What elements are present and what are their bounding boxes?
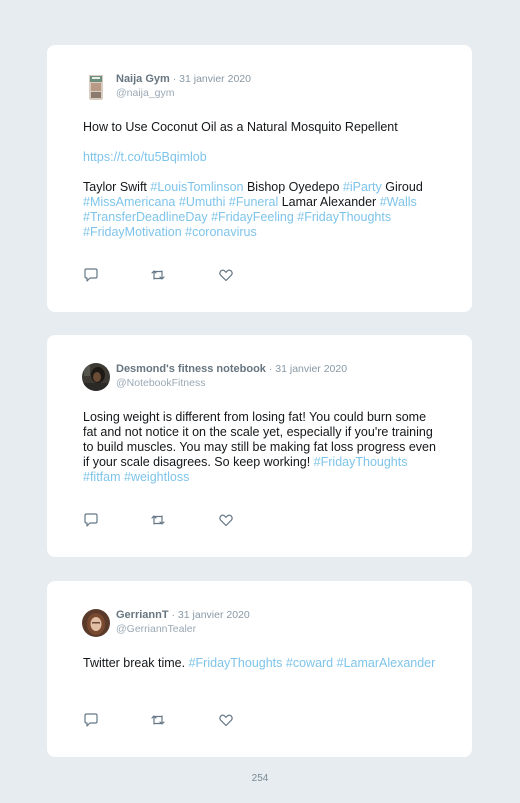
retweet-icon[interactable] — [150, 512, 166, 528]
hashtag-link[interactable]: #coward — [286, 656, 333, 670]
hashtag-link[interactable]: #FridayMotivation — [83, 225, 182, 239]
avatar[interactable] — [82, 363, 110, 391]
date-separator: · — [168, 609, 178, 621]
retweet-icon[interactable] — [150, 267, 166, 283]
reply-icon[interactable] — [83, 267, 99, 283]
tweet-text-span: Lamar Alexander — [278, 195, 380, 209]
tweet-text: Losing weight is different from losing f… — [83, 410, 439, 485]
reply-icon[interactable] — [83, 512, 99, 528]
hashtag-link[interactable]: #TransferDeadlineDay — [83, 210, 208, 224]
hashtag-link[interactable]: #FridayFeeling — [211, 210, 294, 224]
author-name[interactable]: Naija Gym — [116, 73, 170, 85]
tweet-card[interactable]: GerriannT · 31 janvier 2020 @GerriannTea… — [47, 581, 472, 757]
author-handle[interactable]: @naija_gym — [116, 87, 251, 100]
date-separator: · — [265, 363, 276, 375]
tweet-hashtag-paragraph: Taylor Swift #LouisTomlinson Bishop Oyed… — [83, 180, 439, 240]
tweet-date[interactable]: 31 janvier 2020 — [275, 363, 347, 375]
page-number: 254 — [251, 773, 269, 784]
like-icon[interactable] — [218, 712, 234, 728]
avatar[interactable] — [82, 73, 110, 101]
like-icon[interactable] — [218, 512, 234, 528]
hashtag-link[interactable]: #FridayThoughts — [297, 210, 391, 224]
like-icon[interactable] — [218, 267, 234, 283]
hashtag-link[interactable]: #Funeral — [229, 195, 278, 209]
hashtag-link[interactable]: #fitfam — [83, 470, 121, 484]
date-separator: · — [169, 73, 180, 85]
tweet-date[interactable]: 31 janvier 2020 — [179, 73, 251, 85]
tweet-text: How to Use Coconut Oil as a Natural Mosq… — [83, 120, 439, 240]
tweet-text: Twitter break time. #FridayThoughts #cow… — [83, 656, 439, 671]
tweet-text-line: How to Use Coconut Oil as a Natural Mosq… — [83, 120, 398, 134]
hashtag-link[interactable]: #iParty — [343, 180, 382, 194]
avatar[interactable] — [82, 609, 110, 637]
hashtag-link[interactable]: #weightloss — [124, 470, 189, 484]
reply-icon[interactable] — [83, 712, 99, 728]
author-name[interactable]: Desmond's fitness notebook — [116, 363, 266, 375]
tweet-text-span: Twitter break time. — [83, 656, 189, 670]
tweet-header: Desmond's fitness notebook · 31 janvier … — [82, 361, 442, 395]
hashtag-link[interactable]: #FridayThoughts — [314, 455, 408, 469]
tweet-link[interactable]: https://t.co/tu5Bqimlob — [83, 150, 207, 164]
hashtag-link[interactable]: #coronavirus — [185, 225, 257, 239]
hashtag-link[interactable]: #MissAmericana — [83, 195, 175, 209]
hashtag-link[interactable]: #Umuthi — [179, 195, 226, 209]
tweet-text-paragraph: Losing weight is different from losing f… — [83, 410, 439, 485]
author-handle[interactable]: @NotebookFitness — [116, 377, 347, 390]
author-handle[interactable]: @GerriannTealer — [116, 623, 250, 636]
tweet-date[interactable]: 31 janvier 2020 — [178, 609, 250, 621]
tweet-header: Naija Gym · 31 janvier 2020 @naija_gym — [82, 71, 442, 105]
tweet-card[interactable]: Desmond's fitness notebook · 31 janvier … — [47, 335, 472, 557]
hashtag-link[interactable]: #Walls — [380, 195, 417, 209]
tweet-header: GerriannT · 31 janvier 2020 @GerriannTea… — [82, 607, 442, 641]
hashtag-link[interactable]: #LamarAlexander — [337, 656, 436, 670]
tweet-text-paragraph: Twitter break time. #FridayThoughts #cow… — [83, 656, 439, 671]
tweet-text-span: Giroud — [381, 180, 423, 194]
hashtag-link[interactable]: #FridayThoughts — [189, 656, 283, 670]
retweet-icon[interactable] — [150, 712, 166, 728]
tweet-text-span: Taylor Swift — [83, 180, 151, 194]
tweet-text-span: Bishop Oyedepo — [243, 180, 343, 194]
author-name[interactable]: GerriannT — [116, 609, 169, 621]
tweet-card[interactable]: Naija Gym · 31 janvier 2020 @naija_gym H… — [47, 45, 472, 312]
hashtag-link[interactable]: #LouisTomlinson — [150, 180, 243, 194]
